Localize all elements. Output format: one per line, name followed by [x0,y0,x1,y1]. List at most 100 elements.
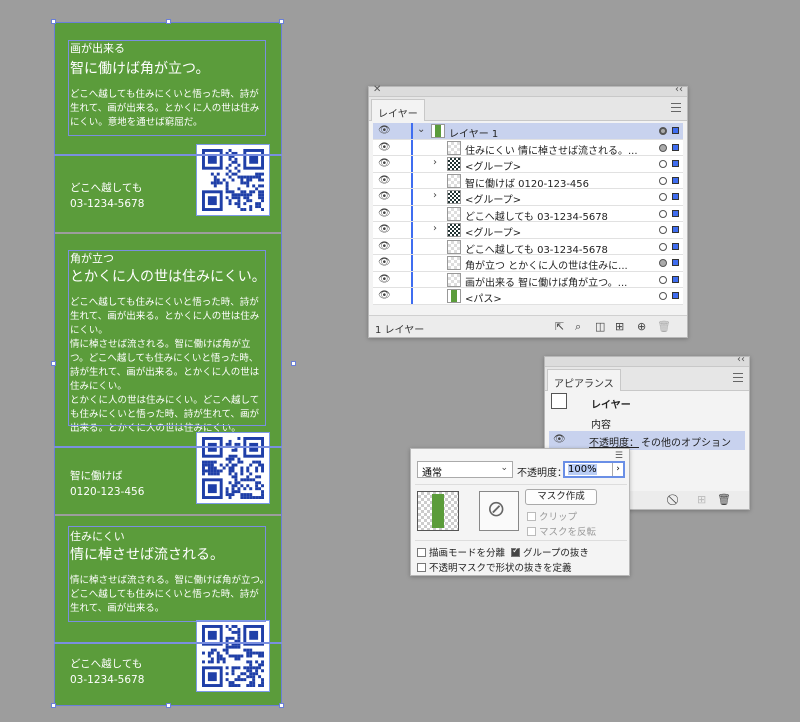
selection-handle[interactable] [51,703,56,708]
target-circle-icon[interactable] [659,209,667,218]
selection-square-icon[interactable] [672,259,679,266]
layer-name[interactable]: 住みにくい 情に棹させば流される。... [465,142,638,157]
opacity-mask-shape-checkbox[interactable]: 不透明マスクで形状の抜きを定義 [417,560,572,574]
selection-handle[interactable] [51,19,56,24]
mask-thumbnail[interactable]: ⊘ [479,491,519,531]
layer-row[interactable]: 👁 画が出来る 智に働けば角が立つ。... [373,271,683,289]
new-layer-icon[interactable]: ⊕ [637,320,646,333]
layer-name[interactable]: <グループ> [465,224,521,239]
opacity-link[interactable]: 不透明度： [589,434,639,449]
qr-code-1[interactable] [196,144,270,216]
panel-menu-icon[interactable] [671,103,681,115]
expand-arrow-icon[interactable]: › [433,190,437,201]
layer-name[interactable]: <グループ> [465,191,521,206]
visibility-eye-icon[interactable]: 👁 [378,224,391,235]
layer-name[interactable]: 智に働けば 0120-123-456 [465,175,589,190]
selection-handle[interactable] [291,361,296,366]
target-circle-icon[interactable] [659,160,667,168]
layers-list[interactable]: 👁 ⌄ レイヤー 1 👁 住みにくい 情に棹させば流される。... 👁 › <グ… [373,123,683,305]
layer-name[interactable]: 角が立つ とかくに人の世は住みに... [465,257,628,272]
target-circle-icon[interactable] [659,193,667,201]
selection-square-icon[interactable] [672,242,679,250]
export-icon[interactable]: ⇱ [555,320,564,333]
layer-name[interactable]: どこへ越しても 03-1234-5678 [465,241,608,256]
visibility-eye-icon[interactable]: 👁 [378,175,391,186]
card-1[interactable]: 画が出来る 智に働けば角が立つ。 どこへ越しても住みにくいと悟った時、詩が 生れ… [54,22,282,232]
chevron-right-icon[interactable]: › [612,463,623,476]
layer-name[interactable]: <パス> [465,290,502,305]
card-2[interactable]: 角が立つ とかくに人の世は住みにくい。 どこへ越しても住みにくいと悟った時、詩が… [54,234,282,514]
trash-icon[interactable]: 🗑 [717,493,731,506]
visibility-eye-icon[interactable]: 👁 [378,158,391,169]
layer-row[interactable]: 👁 どこへ越しても 03-1234-5678 [373,238,683,256]
isolate-blending-checkbox[interactable]: 描画モードを分離 [417,545,505,559]
panel-title-bar[interactable]: ✕ ‹‹ [369,84,687,97]
layer-row[interactable]: 👁 <パス> [373,288,683,305]
selection-square-icon[interactable] [672,127,679,134]
target-circle-icon[interactable] [659,176,667,185]
visibility-eye-icon[interactable]: 👁 [553,434,566,445]
visibility-eye-icon[interactable]: 👁 [378,208,391,219]
layer-name[interactable]: <グループ> [465,158,521,173]
visibility-eye-icon[interactable]: 👁 [378,142,391,153]
expand-arrow-icon[interactable]: ⌄ [417,124,425,135]
layer-row[interactable]: 👁 角が立つ とかくに人の世は住みに... [373,255,683,272]
selection-handle[interactable] [51,361,56,366]
tab-layers[interactable]: レイヤー [371,99,425,121]
selection-handle[interactable] [279,19,284,24]
collapse-icon[interactable]: ‹‹ [737,354,745,365]
selection-square-icon[interactable] [672,275,679,283]
layer-row[interactable]: 👁 智に働けば 0120-123-456 [373,172,683,190]
visibility-eye-icon[interactable]: 👁 [378,257,391,268]
new-sublayer-icon[interactable]: ⊞ [615,320,624,333]
target-circle-icon[interactable] [659,143,667,152]
expand-arrow-icon[interactable]: › [433,157,437,168]
search-icon[interactable]: ⌕ [575,320,581,334]
layer-row[interactable]: 👁 住みにくい 情に棹させば流される。... [373,139,683,157]
layer-row[interactable]: 👁 › <グループ> [373,156,683,173]
close-icon[interactable]: ✕ [373,84,381,95]
tab-appearance[interactable]: アピアランス [547,369,621,391]
layer-row[interactable]: 👁 どこへ越しても 03-1234-5678 [373,205,683,223]
layer-row[interactable]: 👁 ⌄ レイヤー 1 [373,123,683,140]
selection-square-icon[interactable] [672,209,679,217]
target-circle-icon[interactable] [659,259,667,267]
blend-mode-select[interactable]: 通常 ⌄ [417,461,513,479]
qr-code-2[interactable] [196,432,270,504]
popup-menu-icon[interactable]: ☰ [615,451,623,461]
artboard[interactable]: 画が出来る 智に働けば角が立つ。 どこへ越しても住みにくいと悟った時、詩が 生れ… [51,19,296,708]
visibility-eye-icon[interactable]: 👁 [378,125,391,136]
layer-name[interactable]: どこへ越しても 03-1234-5678 [465,208,608,223]
visibility-eye-icon[interactable]: 👁 [378,290,391,301]
visibility-eye-icon[interactable]: 👁 [378,274,391,285]
expand-arrow-icon[interactable]: › [433,223,437,234]
layer-row[interactable]: 👁 › <グループ> [373,222,683,239]
invert-mask-checkbox[interactable]: マスクを反転 [527,524,596,538]
card-3[interactable]: 住みにくい 情に棹させば流される。 情に棹させば流される。智に働けば角が立つ。 … [54,516,282,706]
target-circle-icon[interactable] [659,242,667,251]
selection-square-icon[interactable] [672,160,679,167]
selection-square-icon[interactable] [672,176,679,184]
panel-menu-icon[interactable] [733,373,743,385]
qr-code-3[interactable] [196,620,270,692]
layers-panel[interactable]: ✕ ‹‹ レイヤー 👁 ⌄ レイヤー 1 👁 住みにくい 情に棹させば流される。… [368,84,688,338]
transparency-popup[interactable]: ☰ 通常 ⌄ 不透明度： 100% › ⊘ マスク作成 クリップ マスクを反転 … [410,448,630,576]
panel-title-bar[interactable]: ‹‹ [545,354,749,367]
visibility-eye-icon[interactable]: 👁 [378,241,391,252]
target-circle-icon[interactable] [659,275,667,284]
knockout-group-checkbox[interactable]: グループの抜き [511,545,589,559]
appearance-contents-row[interactable]: 内容 [549,413,745,432]
layer-name[interactable]: 画が出来る 智に働けば角が立つ。... [465,274,627,289]
selection-handle[interactable] [166,703,171,708]
collapse-icon[interactable]: ‹‹ [675,84,683,95]
layer-row[interactable]: 👁 › <グループ> [373,189,683,206]
selection-square-icon[interactable] [672,193,679,200]
target-circle-icon[interactable] [659,226,667,234]
clip-checkbox[interactable]: クリップ [527,509,577,523]
make-mask-button[interactable]: マスク作成 [525,489,597,505]
appearance-target-row[interactable]: レイヤー [549,393,745,412]
target-circle-icon[interactable] [659,292,667,300]
target-circle-icon[interactable] [659,127,667,135]
selection-handle[interactable] [279,703,284,708]
selection-handle[interactable] [166,19,171,24]
